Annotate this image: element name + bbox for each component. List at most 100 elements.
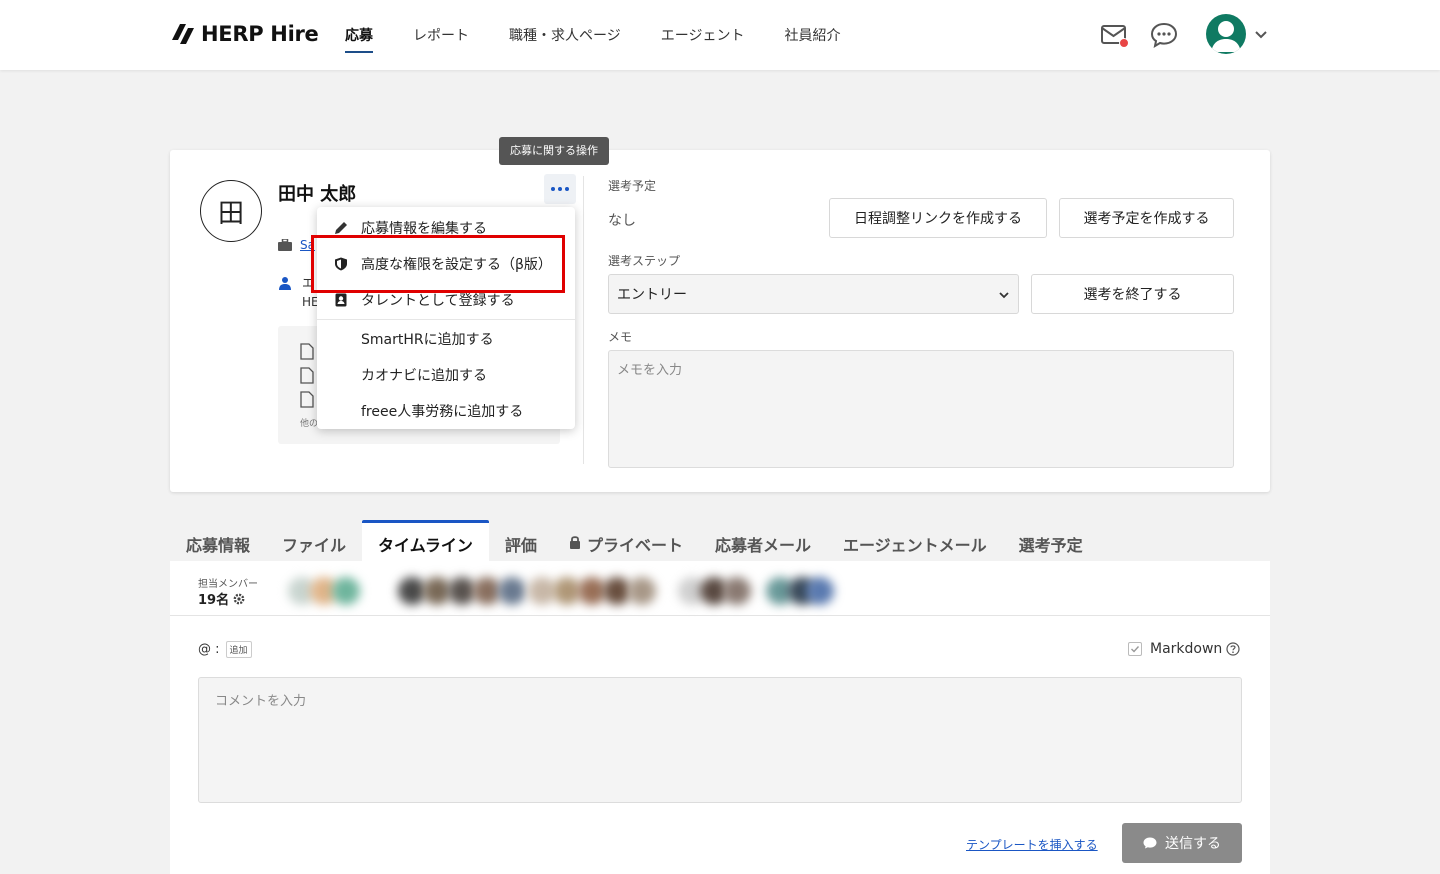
member-avatar xyxy=(578,577,606,605)
step-select[interactable]: エントリー xyxy=(608,274,1019,314)
column-divider xyxy=(583,176,584,464)
contact-card-icon xyxy=(335,293,347,307)
step-label: 選考ステップ xyxy=(608,254,681,268)
step-selected-value: エントリー xyxy=(617,287,687,303)
help-icon[interactable] xyxy=(1226,642,1240,656)
member-avatar xyxy=(498,577,526,605)
schedule-value: なし xyxy=(608,213,636,229)
member-count-text: 19名 xyxy=(198,593,230,608)
tab-applicant-mail[interactable]: 応募者メール xyxy=(699,520,827,561)
tab-files[interactable]: ファイル xyxy=(266,520,362,561)
menu-item-label: カオナビに追加する xyxy=(361,368,487,384)
tab-private[interactable]: プライベート xyxy=(553,520,699,561)
markdown-checkbox[interactable] xyxy=(1128,642,1142,656)
member-avatar xyxy=(603,577,631,605)
dot-icon xyxy=(565,187,569,191)
actions-menu: 応募情報を編集する 高度な権限を設定する（β版） タレントとして登録する Sma… xyxy=(317,207,575,429)
logo[interactable]: HERP Hire xyxy=(170,22,319,46)
add-mention-button[interactable]: 追加 xyxy=(225,641,252,658)
nav-referrals[interactable]: 社員紹介 xyxy=(784,25,840,53)
menu-item-add-freee[interactable]: freee人事労務に追加する xyxy=(317,393,575,429)
info-row-job: Sa xyxy=(278,238,315,252)
memo-label: メモ xyxy=(608,330,633,344)
more-actions-button[interactable] xyxy=(544,174,576,204)
menu-item-label: タレントとして登録する xyxy=(361,293,515,309)
actions-tooltip: 応募に関する操作 xyxy=(499,137,609,165)
info-row-agent: エ xyxy=(278,274,314,291)
end-selection-button[interactable]: 選考を終了する xyxy=(1031,274,1234,314)
agent-text: エ xyxy=(302,276,315,290)
menu-divider xyxy=(317,319,575,320)
main-nav: 応募 レポート 職種・求人ページ エージェント 社員紹介 xyxy=(345,25,880,53)
chat-bubble-icon xyxy=(1150,22,1178,49)
markdown-label: Markdown xyxy=(1150,641,1223,657)
panel-divider xyxy=(170,615,1270,616)
member-avatar xyxy=(332,577,360,605)
speech-bubble-icon xyxy=(1143,837,1157,849)
tab-application-info[interactable]: 応募情報 xyxy=(170,520,266,561)
member-avatar xyxy=(553,577,581,605)
logo-text: HERP Hire xyxy=(201,22,319,46)
lock-icon xyxy=(569,536,580,549)
markdown-toggle: Markdown xyxy=(1128,641,1240,657)
nav-agents[interactable]: エージェント xyxy=(661,25,745,53)
member-avatar xyxy=(528,577,556,605)
send-label: 送信する xyxy=(1165,836,1221,852)
file-icon[interactable] xyxy=(300,343,314,360)
tab-evaluation[interactable]: 評価 xyxy=(489,520,553,561)
insert-template-link[interactable]: テンプレートを挿入する xyxy=(966,836,1098,853)
job-link[interactable]: Sa xyxy=(300,238,315,252)
tab-private-label: プライベート xyxy=(586,536,683,555)
mail-button[interactable] xyxy=(1099,20,1129,50)
member-avatar xyxy=(806,577,834,605)
gear-icon[interactable] xyxy=(233,593,245,605)
candidate-name: 田中 太郎 xyxy=(278,184,357,205)
user-avatar[interactable] xyxy=(1206,14,1246,54)
candidate-avatar: 田 xyxy=(200,180,262,242)
user-silhouette-icon xyxy=(1211,21,1241,52)
member-avatar xyxy=(473,577,501,605)
menu-item-label: freee人事労務に追加する xyxy=(361,404,524,420)
dot-icon xyxy=(558,187,562,191)
member-avatars[interactable] xyxy=(288,571,834,611)
member-avatar xyxy=(448,577,476,605)
member-avatar xyxy=(628,577,656,605)
menu-item-label: SmartHRに追加する xyxy=(361,332,494,348)
nav-reports[interactable]: レポート xyxy=(413,25,469,53)
send-button[interactable]: 送信する xyxy=(1122,823,1242,863)
member-avatar xyxy=(723,577,751,605)
tab-agent-mail[interactable]: エージェントメール xyxy=(827,520,1003,561)
timeline-panel: 担当メンバー 19名 @ : 追加 Markdown コメントを入力 テンプレー… xyxy=(170,561,1270,874)
menu-item-add-smarthr[interactable]: SmartHRに追加する xyxy=(317,321,575,357)
tab-timeline[interactable]: タイムライン xyxy=(362,520,489,561)
detail-tabs: 応募情報 ファイル タイムライン 評価 プライベート 応募者メール エージェント… xyxy=(170,520,1099,561)
chat-button[interactable] xyxy=(1149,20,1179,50)
menu-item-edit-application[interactable]: 応募情報を編集する xyxy=(317,210,575,246)
pencil-icon xyxy=(335,222,347,234)
chevron-down-icon[interactable] xyxy=(1253,26,1269,42)
menu-item-label: 応募情報を編集する xyxy=(361,221,487,237)
schedule-label: 選考予定 xyxy=(608,179,657,193)
nav-jobs[interactable]: 職種・求人ページ xyxy=(509,25,621,53)
menu-item-register-talent[interactable]: タレントとして登録する xyxy=(317,282,575,318)
comment-input[interactable]: コメントを入力 xyxy=(198,677,1242,803)
mention-row: @ : 追加 xyxy=(198,641,252,658)
menu-item-add-kaonavi[interactable]: カオナビに追加する xyxy=(317,357,575,393)
notification-dot xyxy=(1119,38,1129,48)
other-files-link[interactable]: 他の xyxy=(300,416,318,429)
file-icon[interactable] xyxy=(300,391,314,408)
agent-icon xyxy=(279,276,291,290)
menu-item-advanced-permissions[interactable]: 高度な権限を設定する（β版） xyxy=(317,246,575,282)
create-schedule-button[interactable]: 選考予定を作成する xyxy=(1059,198,1234,238)
check-icon xyxy=(1131,646,1140,653)
chevron-down-icon xyxy=(999,292,1009,299)
nav-applications[interactable]: 応募 xyxy=(345,25,373,53)
shield-icon xyxy=(335,257,347,271)
tab-schedule[interactable]: 選考予定 xyxy=(1003,520,1099,561)
file-icon[interactable] xyxy=(300,367,314,384)
member-count: 19名 xyxy=(198,589,245,608)
briefcase-icon xyxy=(278,239,292,251)
menu-item-label: 高度な権限を設定する（β版） xyxy=(361,257,552,273)
memo-input[interactable]: メモを入力 xyxy=(608,350,1234,468)
create-schedule-link-button[interactable]: 日程調整リンクを作成する xyxy=(829,198,1047,238)
